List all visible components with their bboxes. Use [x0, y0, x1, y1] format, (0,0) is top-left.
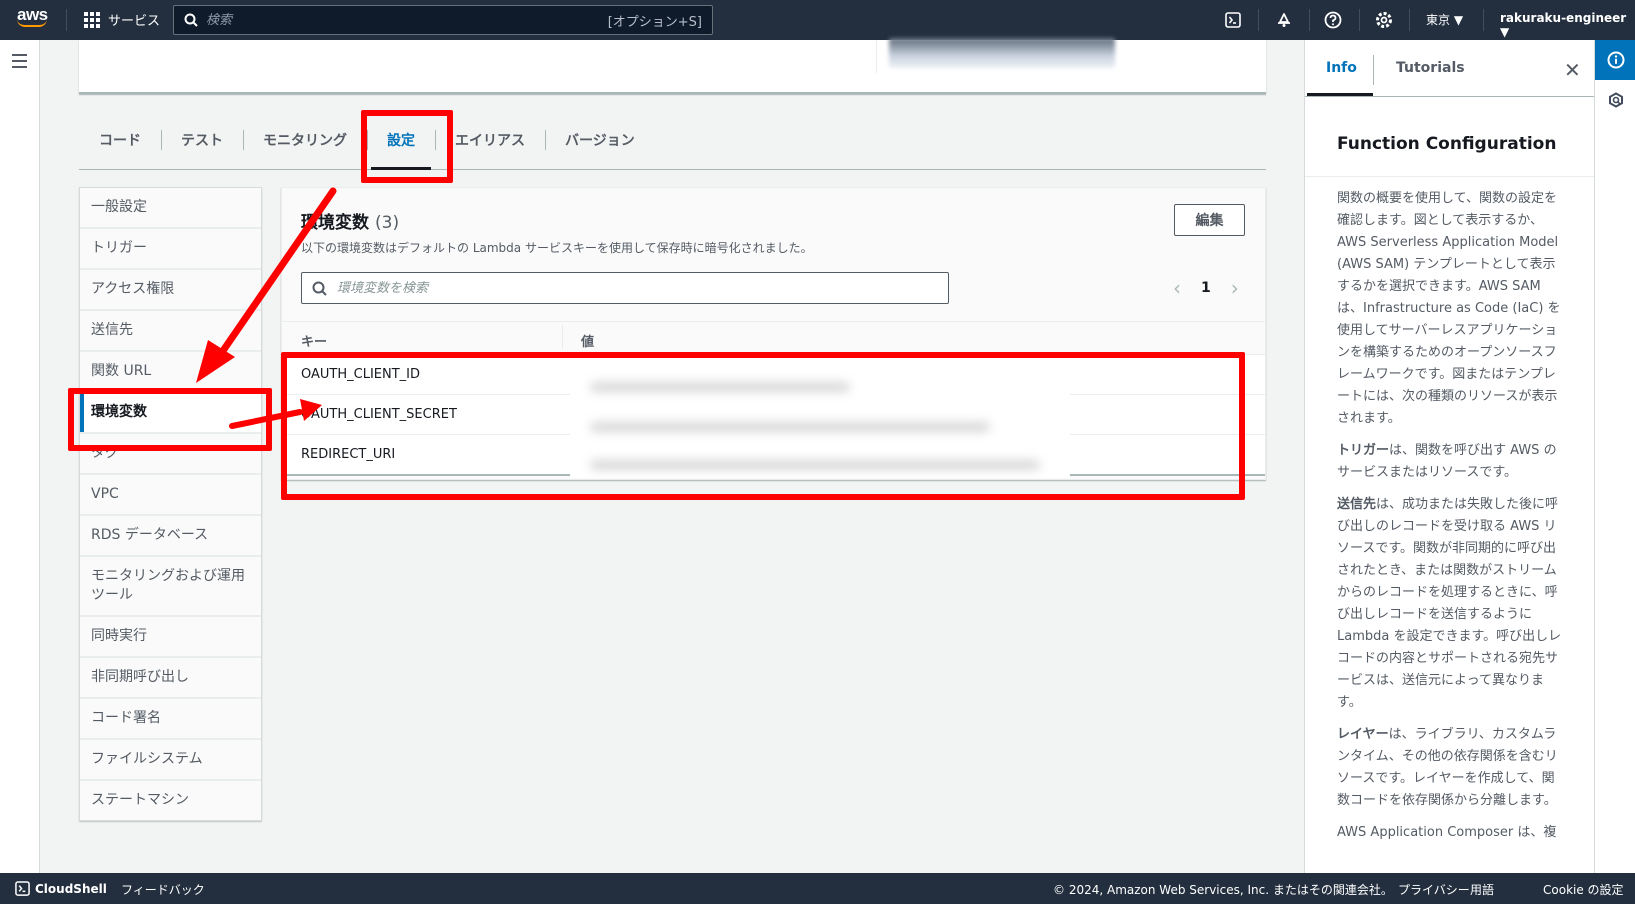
nav-divider — [66, 9, 67, 31]
side-menu-state-machines[interactable]: ステートマシン — [80, 781, 261, 820]
aws-logo[interactable]: aws — [17, 6, 51, 33]
side-menu-general[interactable]: 一般設定 — [80, 188, 261, 229]
feedback-link[interactable]: フィードバック — [121, 881, 205, 898]
help-paragraph: トリガーは、関数を呼び出す AWS のサービスまたはリソースです。 — [1337, 443, 1557, 480]
side-menu-environment-variables[interactable]: 環境変数 — [80, 393, 261, 434]
column-header-value[interactable]: 値 — [562, 325, 594, 350]
redacted-content — [889, 38, 1115, 68]
tab-monitoring[interactable]: モニタリング — [243, 118, 367, 162]
right-rail — [1594, 40, 1635, 873]
variable-count: (3) — [375, 213, 400, 233]
grid-icon — [84, 11, 100, 28]
cloudshell-button[interactable]: CloudShell — [15, 881, 107, 896]
chevron-left-icon[interactable]: ‹ — [1173, 276, 1181, 300]
help-tab-info[interactable]: Info — [1326, 60, 1357, 76]
pagination: ‹ 1 › — [1173, 276, 1239, 300]
help-body: 関数の概要を使用して、関数の設定を確認します。図として表示するか、AWS Ser… — [1337, 188, 1567, 854]
footer: CloudShell フィードバック © 2024, Amazon Web Se… — [0, 873, 1635, 904]
privacy-link[interactable]: プライバシー — [1398, 881, 1470, 898]
help-paragraph: 送信先は、成功または失敗した後に呼び出しのレコードを受け取る AWS リソースで… — [1337, 497, 1562, 710]
side-menu-file-systems[interactable]: ファイルシステム — [80, 740, 261, 781]
terms-link[interactable]: 用語 — [1470, 881, 1494, 898]
menu-icon[interactable] — [12, 54, 27, 72]
search-icon — [312, 281, 327, 296]
side-menu-destinations[interactable]: 送信先 — [80, 311, 261, 352]
side-menu-function-url[interactable]: 関数 URL — [80, 352, 261, 393]
help-tabs: Info Tutorials ✕ — [1305, 40, 1594, 97]
nav-divider — [1359, 9, 1360, 31]
account-menu[interactable]: rakuraku-engineer ▼ — [1500, 11, 1635, 39]
configuration-side-menu: 一般設定 トリガー アクセス権限 送信先 関数 URL 環境変数 タグ VPC … — [79, 187, 262, 821]
search-shortcut-hint: [オプション+S] — [607, 14, 702, 30]
help-title: Function Configuration — [1337, 134, 1557, 154]
page-number[interactable]: 1 — [1201, 280, 1211, 296]
left-rail — [0, 40, 40, 873]
env-search[interactable] — [301, 272, 949, 304]
active-tab-indicator — [1307, 93, 1373, 96]
side-menu-vpc[interactable]: VPC — [80, 475, 261, 516]
side-menu-tags[interactable]: タグ — [80, 434, 261, 475]
help-paragraph: レイヤーは、ライブラリ、カスタムランタイム、その他の依存関係を含むリソースです。… — [1337, 727, 1558, 808]
cloudshell-icon[interactable] — [1223, 10, 1243, 30]
region-selector[interactable]: 東京 ▼ — [1426, 11, 1463, 28]
chevron-right-icon[interactable]: › — [1231, 276, 1239, 300]
function-tabs: コード テスト モニタリング 設定 エイリアス バージョン — [79, 110, 1266, 170]
side-menu-permissions[interactable]: アクセス権限 — [80, 270, 261, 311]
help-paragraph: 関数の概要を使用して、関数の設定を確認します。図として表示するか、AWS Ser… — [1337, 191, 1561, 426]
nav-divider — [1483, 9, 1484, 31]
global-search-input[interactable] — [206, 12, 608, 28]
panel-title: 環境変数 (3) — [301, 213, 400, 233]
info-icon[interactable] — [1595, 40, 1635, 80]
close-icon[interactable]: ✕ — [1564, 60, 1581, 80]
help-divider — [1305, 176, 1594, 177]
env-key: OAUTH_CLIENT_ID — [301, 367, 421, 382]
help-tab-tutorials[interactable]: Tutorials — [1396, 60, 1465, 76]
tab-code[interactable]: コード — [79, 118, 161, 162]
side-menu-rds[interactable]: RDS データベース — [80, 516, 261, 557]
top-navigation: aws サービス [オプション+S] 東京 ▼ rakuraku-enginee… — [0, 0, 1635, 40]
side-menu-code-signing[interactable]: コード署名 — [80, 699, 261, 740]
services-menu-button[interactable]: サービス — [84, 10, 160, 29]
search-icon — [184, 13, 198, 27]
card-divider — [876, 40, 877, 73]
resources-icon[interactable] — [1595, 82, 1635, 118]
side-menu-monitoring-tools[interactable]: モニタリングおよび運用ツール — [80, 557, 261, 617]
tab-test[interactable]: テスト — [161, 118, 243, 162]
cloudshell-icon — [15, 881, 30, 896]
environment-variables-panel: 環境変数 (3) 以下の環境変数はデフォルトの Lambda サービスキーを使用し… — [281, 187, 1266, 480]
column-header-key[interactable]: キー — [282, 331, 562, 350]
help-panel: Info Tutorials ✕ Function Configuration … — [1304, 40, 1594, 873]
side-menu-async-invocation[interactable]: 非同期呼び出し — [80, 658, 261, 699]
services-label: サービス — [108, 14, 161, 29]
env-search-input[interactable] — [337, 280, 938, 296]
global-search[interactable]: [オプション+S] — [173, 5, 713, 35]
redacted-values — [570, 362, 1070, 478]
help-icon[interactable] — [1323, 10, 1343, 30]
tab-aliases[interactable]: エイリアス — [435, 118, 545, 162]
cookie-settings-link[interactable]: Cookie の設定 — [1543, 881, 1624, 898]
env-key: OAUTH_CLIENT_SECRET — [301, 407, 457, 422]
tab-configuration[interactable]: 設定 — [367, 118, 435, 170]
tab-divider — [1373, 55, 1374, 85]
env-key: REDIRECT_URI — [301, 447, 396, 462]
tab-versions[interactable]: バージョン — [545, 118, 655, 162]
notifications-icon[interactable] — [1274, 10, 1294, 30]
nav-divider — [1258, 9, 1259, 31]
side-menu-triggers[interactable]: トリガー — [80, 229, 261, 270]
side-menu-concurrency[interactable]: 同時実行 — [80, 617, 261, 658]
help-paragraph: AWS Application Composer は、複 — [1337, 825, 1557, 840]
nav-divider — [1409, 9, 1410, 31]
nav-divider — [1309, 9, 1310, 31]
settings-icon[interactable] — [1374, 10, 1394, 30]
panel-description: 以下の環境変数はデフォルトの Lambda サービスキーを使用して保存時に暗号化… — [301, 241, 813, 255]
function-overview-card — [79, 38, 1266, 94]
edit-button[interactable]: 編集 — [1174, 204, 1245, 236]
table-header: キー 値 — [282, 321, 1265, 354]
copyright-text: © 2024, Amazon Web Services, Inc. またはその関… — [1053, 883, 1393, 897]
